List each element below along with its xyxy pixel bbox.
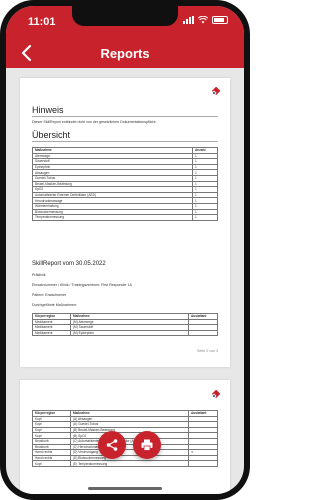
table-cell: (M) Epinephrin — [70, 329, 189, 337]
heading-uebersicht: Übersicht — [32, 130, 71, 140]
measures-table: Körperregion Maßnahme Ausiatlant Medikam… — [32, 313, 218, 337]
phone-frame: 11:01 Reports Hinweis Dieser SkillReport… — [0, 0, 250, 500]
table-cell: Kopf — [32, 460, 71, 467]
table-row: Kopf (E) Temperaturmessung — [32, 460, 218, 467]
report-line: Präklinik — [32, 273, 46, 277]
note-text: Dieser SkillReport entbindet nicht von d… — [32, 120, 157, 124]
report-line: Durchgeführte Maßnahmen: — [32, 303, 77, 307]
app-logo-icon — [211, 87, 220, 96]
table-cell — [188, 460, 218, 467]
print-button[interactable] — [133, 431, 161, 459]
table-row: Medikament (M) Epinephrin — [32, 329, 218, 337]
heading-hinweis: Hinweis — [32, 105, 64, 115]
status-icons — [183, 16, 228, 24]
table-cell: Medikament — [32, 329, 71, 337]
signal-icon — [183, 16, 194, 24]
page-number: Seite 2 von 3 — [197, 349, 218, 353]
home-indicator — [88, 487, 162, 490]
battery-icon — [212, 16, 228, 24]
screen: 11:01 Reports Hinweis Dieser SkillReport… — [6, 6, 244, 494]
share-button[interactable] — [98, 431, 126, 459]
table-cell — [188, 329, 218, 337]
wifi-icon — [198, 16, 208, 24]
report-title: SkillReport vom 30.05.2022 — [32, 261, 106, 267]
app-header: 11:01 Reports — [6, 6, 244, 68]
divider — [32, 141, 218, 142]
status-bar: 11:01 — [6, 6, 244, 32]
report-page-1[interactable]: Hinweis Dieser SkillReport entbindet nic… — [20, 78, 230, 367]
divider — [32, 116, 218, 117]
table-cell: Temperaturmessung — [32, 214, 193, 221]
report-line: Einsatznummer / Klinik / Trainingszentru… — [32, 283, 133, 287]
status-time: 11:01 — [28, 16, 56, 28]
table-row: Temperaturmessung 1 — [32, 214, 218, 221]
report-line: Patient: Erwachsener — [32, 293, 67, 297]
page-title: Reports — [100, 46, 150, 61]
report-page-2[interactable]: Körperregion Maßnahme Ausiatlant Kopf (A)… — [20, 380, 230, 494]
table-cell: (E) Temperaturmessung — [70, 460, 189, 467]
measures-table-2: Körperregion Maßnahme Ausiatlant Kopf (A)… — [32, 410, 218, 467]
camera-notch — [72, 6, 178, 26]
overview-table: Maßnahme Anzahl Atemwege 1 Sauerstoff 1 Epin… — [32, 147, 218, 221]
share-icon — [106, 439, 118, 451]
table-cell: 1 — [192, 214, 218, 221]
app-logo-icon — [211, 390, 220, 399]
print-icon — [141, 439, 153, 451]
